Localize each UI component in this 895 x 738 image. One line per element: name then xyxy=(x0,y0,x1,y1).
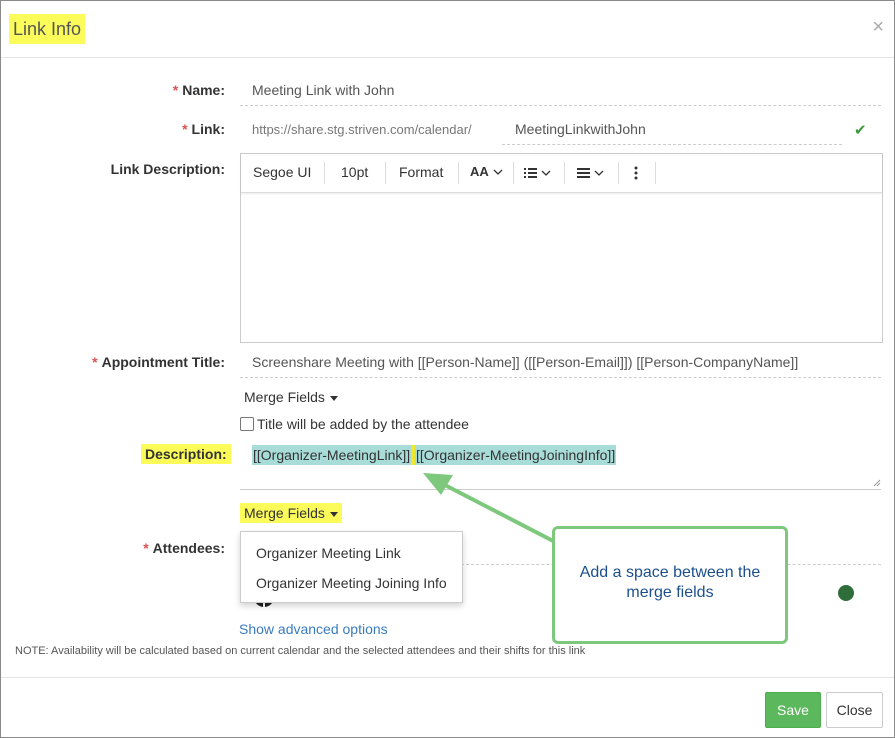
dropdown-item-organizer-meeting-joining-info[interactable]: Organizer Meeting Joining Info xyxy=(256,575,447,591)
title-by-attendee-label: Title will be added by the attendee xyxy=(257,416,469,432)
toolbar-divider xyxy=(564,162,565,184)
align-icon[interactable] xyxy=(577,166,607,182)
dropdown-item-organizer-meeting-link[interactable]: Organizer Meeting Link xyxy=(256,545,401,561)
link-slug-field[interactable]: MeetingLinkwithJohn xyxy=(502,113,842,145)
name-label: * Name: xyxy=(172,82,225,98)
appointment-title-field[interactable]: Screenshare Meeting with [[Person-Name]]… xyxy=(240,345,881,378)
font-family-select[interactable]: Segoe UI xyxy=(253,164,311,180)
toolbar-divider xyxy=(324,162,325,184)
check-icon: ✔ xyxy=(854,122,867,139)
name-value: Meeting Link with John xyxy=(252,82,395,98)
caret-down-icon xyxy=(329,511,338,517)
text-size-icon[interactable]: AA xyxy=(470,164,503,179)
annotation-callout: Add a space between the merge fields xyxy=(552,526,788,644)
toolbar-divider xyxy=(618,162,619,184)
attendees-label: * Attendees: xyxy=(143,540,225,556)
annotation-text: Add a space between the merge fields xyxy=(579,564,761,601)
link-label: * Link: xyxy=(182,121,225,137)
format-select[interactable]: Format xyxy=(399,164,443,180)
modal-footer xyxy=(1,677,894,678)
save-button[interactable]: Save xyxy=(765,692,821,728)
link-info-modal: Link Info × * Name: Meeting Link with Joh… xyxy=(0,0,895,738)
toolbar-divider xyxy=(385,162,386,184)
appointment-merge-fields-button[interactable]: Merge Fields xyxy=(244,389,338,405)
modal-header: Link Info × xyxy=(1,1,894,58)
link-slug-value: MeetingLinkwithJohn xyxy=(515,121,646,137)
annotation-arrow xyxy=(423,473,559,545)
close-button[interactable]: Close xyxy=(826,692,883,728)
title-by-attendee-checkbox[interactable] xyxy=(240,417,254,431)
resize-handle-icon[interactable] xyxy=(873,479,881,487)
appointment-title-label: * Appointment Title: xyxy=(92,354,225,370)
availability-note: NOTE: Availability will be calculated ba… xyxy=(15,645,586,657)
toolbar-divider xyxy=(655,162,656,184)
close-icon[interactable]: × xyxy=(872,15,884,39)
toolbar-divider xyxy=(513,162,514,184)
link-description-editor[interactable]: Segoe UI 10pt Format AA xyxy=(240,153,883,343)
appointment-title-value: Screenshare Meeting with [[Person-Name]]… xyxy=(252,354,799,370)
merge-token: [[Organizer-MeetingLink]] xyxy=(252,445,412,465)
link-description-label: Link Description: xyxy=(110,161,225,177)
status-dot xyxy=(838,585,854,601)
name-field[interactable]: Meeting Link with John xyxy=(240,73,881,106)
description-merge-fields-button[interactable]: Merge Fields xyxy=(240,503,342,523)
font-size-select[interactable]: 10pt xyxy=(341,164,368,180)
chevron-down-icon xyxy=(493,169,503,175)
description-label: Description: xyxy=(141,444,231,464)
toolbar-divider xyxy=(458,162,459,184)
list-icon[interactable] xyxy=(524,166,554,182)
editor-toolbar: Segoe UI 10pt Format AA xyxy=(241,154,882,193)
paragraph-align-icon xyxy=(577,168,604,178)
modal-title: Link Info xyxy=(9,14,86,44)
more-options-icon[interactable] xyxy=(634,166,638,183)
bulleted-list-icon xyxy=(524,168,551,178)
show-advanced-options-link[interactable]: Show advanced options xyxy=(239,621,388,637)
link-prefix: https://share.stg.striven.com/calendar/ xyxy=(252,122,472,137)
caret-down-icon xyxy=(329,395,338,401)
